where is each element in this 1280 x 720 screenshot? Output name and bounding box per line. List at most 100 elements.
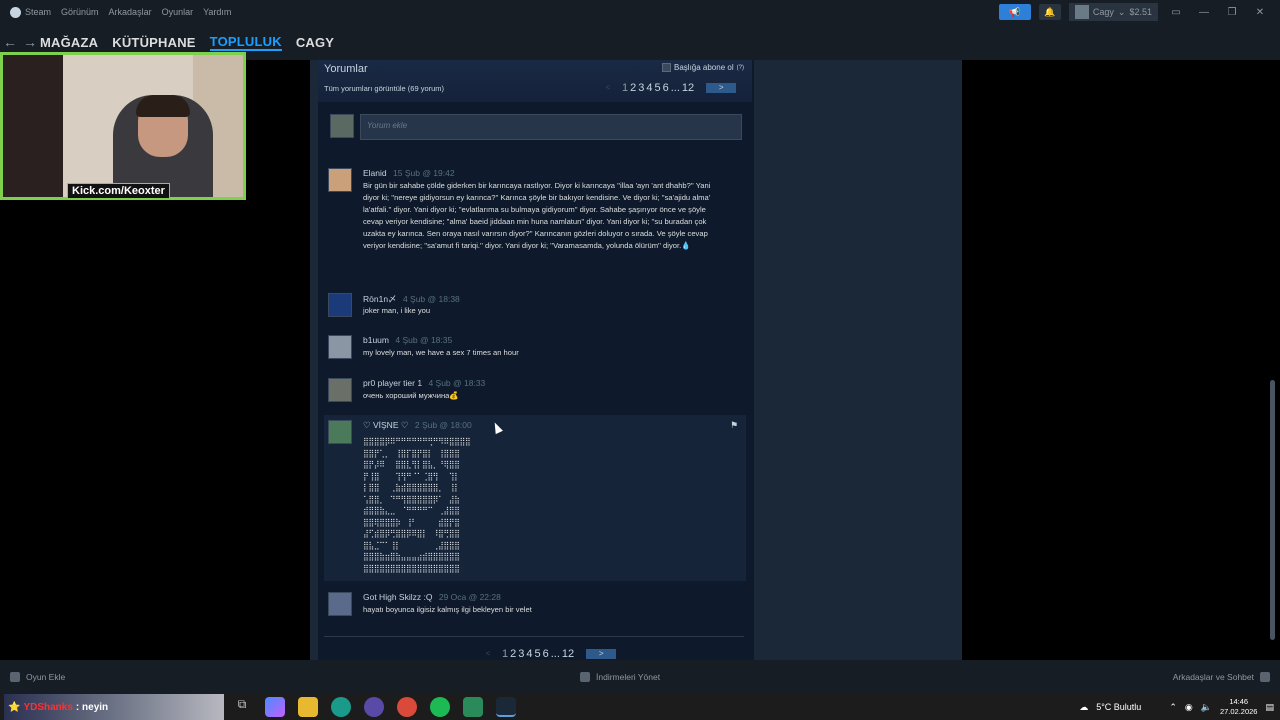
page-link[interactable]: 6 xyxy=(543,648,549,660)
page-link[interactable]: 4 xyxy=(646,82,652,94)
comment-author[interactable]: b1uum xyxy=(363,335,389,345)
page-link[interactable]: 5 xyxy=(535,648,541,660)
page-link[interactable]: 3 xyxy=(638,82,644,94)
avatar[interactable] xyxy=(328,420,352,444)
pagination-bottom: < 1 2 3 4 5 6 ... 12 > xyxy=(476,648,617,660)
page-link[interactable]: 5 xyxy=(655,82,661,94)
taskbar-apps: ⧉ xyxy=(232,697,516,717)
weather-label[interactable]: 5°C Bulutlu xyxy=(1096,702,1141,712)
announcements-button[interactable]: 📢 xyxy=(998,4,1031,20)
network-icon[interactable]: ◉ xyxy=(1185,702,1193,713)
page-ellipsis: ... xyxy=(550,648,560,660)
page-link[interactable]: 6 xyxy=(663,82,669,94)
comment-text: очень хороший мужчина💰 xyxy=(363,391,459,400)
avatar[interactable] xyxy=(328,168,352,192)
maximize-button[interactable]: ❐ xyxy=(1222,7,1242,18)
comment-item: pr0 player tier 1 4 Şub @ 18:33 очень хо… xyxy=(328,378,744,408)
help-icon[interactable]: (?) xyxy=(737,65,744,71)
page-link[interactable]: 12 xyxy=(682,82,694,94)
avatar[interactable] xyxy=(328,335,352,359)
edge-icon[interactable] xyxy=(331,697,351,717)
comment-author[interactable]: Elanid xyxy=(363,168,387,178)
spotify-icon[interactable] xyxy=(430,697,450,717)
system-tray: ☁ 5°C Bulutlu ⌃ ◉ 🔈 14:46 27.02.2026 ▤ xyxy=(1079,694,1274,720)
page-link[interactable]: 2 xyxy=(510,648,516,660)
chat-icon xyxy=(1260,672,1270,682)
avatar xyxy=(330,114,354,138)
report-flag-icon[interactable]: ⚑ xyxy=(730,420,740,430)
tab-community[interactable]: TOPLULUK xyxy=(209,34,282,51)
steam-taskbar-icon[interactable] xyxy=(496,697,516,717)
menu-friends[interactable]: Arkadaşlar xyxy=(109,7,152,17)
comment-author[interactable]: Got High Skilzz :Q xyxy=(363,592,432,602)
comment-input[interactable]: Yorum ekle xyxy=(360,114,742,140)
volume-icon[interactable]: 🔈 xyxy=(1201,702,1212,713)
pagination-top: < 1 2 3 4 5 6 ... 12 > xyxy=(596,82,737,94)
avatar xyxy=(1074,5,1089,19)
prev-page-button[interactable]: < xyxy=(476,649,500,659)
downloads-button[interactable]: İndirmeleri Yönet xyxy=(580,672,660,682)
file-explorer-icon[interactable] xyxy=(298,697,318,717)
subscribe-checkbox[interactable] xyxy=(662,63,671,72)
tab-library[interactable]: KÜTÜPHANE xyxy=(112,35,195,50)
app-icon[interactable] xyxy=(364,697,384,717)
comment-item: Elanid 15 Şub @ 19:42 Bir gün bir sahabe… xyxy=(328,168,744,278)
stream-chat-ticker: ⭐ YDShanks : neyin xyxy=(4,694,224,720)
menu-games[interactable]: Oyunlar xyxy=(162,7,194,17)
comment-ascii-art: ⣿⣿⣿⣿⡿⠿⠛⠛⠛⠛⠛⠛⢛⠛⠻⠿⣿⣿⣿⣿ ⣿⣿⡟⢁⡀⠀⢸⣿⡏⣿⡟⣿⡇⠀⢸⣿⣿⣿ … xyxy=(363,437,471,573)
comment-meta: Elanid 15 Şub @ 19:42 xyxy=(363,168,455,178)
comment-time: 4 Şub @ 18:33 xyxy=(428,378,486,388)
page-link[interactable]: 4 xyxy=(526,648,532,660)
avatar[interactable] xyxy=(328,378,352,402)
notifications-button[interactable]: 🔔 xyxy=(1038,4,1061,20)
clock[interactable]: 14:46 27.02.2026 xyxy=(1220,697,1258,717)
task-view-icon[interactable]: ⧉ xyxy=(232,697,252,717)
bigpicture-icon[interactable]: ▭ xyxy=(1166,7,1186,18)
tab-profile[interactable]: CAGY xyxy=(296,35,334,50)
next-page-button[interactable]: > xyxy=(586,649,617,659)
chevron-up-icon[interactable]: ⌃ xyxy=(1169,702,1177,713)
steam-logo-icon xyxy=(10,6,21,18)
page-link[interactable]: 2 xyxy=(630,82,636,94)
page-link[interactable]: 3 xyxy=(518,648,524,660)
forward-arrow-icon[interactable]: → xyxy=(20,34,40,50)
downloads-label: İndirmeleri Yönet xyxy=(596,672,661,682)
app-icon[interactable] xyxy=(463,697,483,717)
comment-meta: Rōn1n〆 4 Şub @ 18:38 xyxy=(363,293,460,305)
page-current: 1 xyxy=(502,648,509,660)
avatar[interactable] xyxy=(328,592,352,616)
friends-chat-button[interactable]: Arkadaşlar ve Sohbet xyxy=(1173,672,1270,682)
notification-icon[interactable]: ▤ xyxy=(1265,702,1274,713)
minimize-button[interactable]: — xyxy=(1194,7,1214,18)
close-button[interactable]: ✕ xyxy=(1250,7,1270,18)
view-all-comments-link[interactable]: Tüm yorumları görüntüle (69 yorum) xyxy=(324,84,444,93)
comment-meta: Got High Skilzz :Q 29 Oca @ 22:28 xyxy=(363,592,501,602)
menu-view[interactable]: Görünüm xyxy=(61,7,99,17)
add-game-button[interactable]: Oyun Ekle xyxy=(10,672,65,682)
webcam-overlay: Kick.com/Keoxter xyxy=(0,52,246,200)
page-current: 1 xyxy=(622,82,629,94)
divider xyxy=(324,636,744,637)
comment-item: Rōn1n〆 4 Şub @ 18:38 joker man, i like y… xyxy=(328,293,744,323)
comment-text: Bir gün bir sahabe çölde giderken bir ka… xyxy=(363,181,711,250)
subscribe-toggle[interactable]: Başlığa abone ol (?) xyxy=(662,63,744,72)
prev-page-button[interactable]: < xyxy=(596,83,620,93)
comment-author[interactable]: Rōn1n〆 xyxy=(363,294,397,304)
user-menu[interactable]: Cagy ⌄ $2.51 xyxy=(1068,3,1158,21)
comment-text: my lovely man, we have a sex 7 times an … xyxy=(363,348,519,357)
back-arrow-icon[interactable]: ← xyxy=(0,34,20,50)
comment-author[interactable]: pr0 player tier 1 xyxy=(363,378,422,388)
scrollbar[interactable] xyxy=(1270,380,1275,640)
tab-store[interactable]: MAĞAZA xyxy=(40,35,98,50)
comment-text: hayatı boyunca ilgisiz kalmış ilgi bekle… xyxy=(363,605,532,614)
next-page-button[interactable]: > xyxy=(706,83,737,93)
avatar[interactable] xyxy=(328,293,352,317)
chrome-icon[interactable] xyxy=(397,697,417,717)
comment-author[interactable]: ♡ VİŞNE ♡ xyxy=(363,420,408,430)
copilot-icon[interactable] xyxy=(265,697,285,717)
steam-bottombar: Oyun Ekle İndirmeleri Yönet Arkadaşlar v… xyxy=(0,660,1280,694)
page-link[interactable]: 12 xyxy=(562,648,574,660)
menu-steam[interactable]: Steam xyxy=(25,7,51,17)
comment-time: 4 Şub @ 18:38 xyxy=(402,294,460,304)
menu-help[interactable]: Yardım xyxy=(203,7,231,17)
